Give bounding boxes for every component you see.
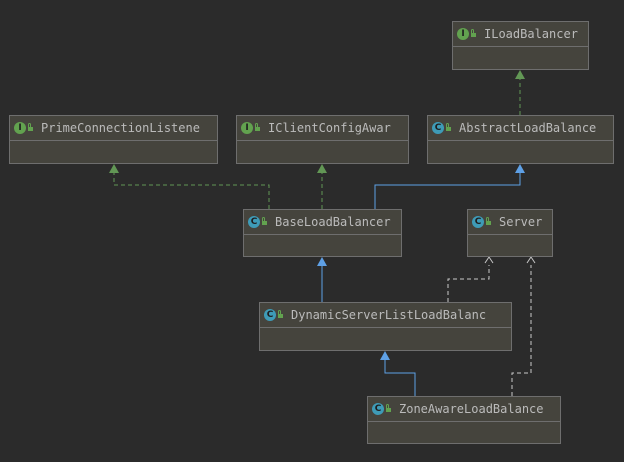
public-lock-icon: [255, 123, 260, 131]
node-server[interactable]: C Server: [467, 209, 553, 257]
public-lock-icon: [446, 123, 451, 131]
node-label: DynamicServerListLoadBalanc: [291, 308, 487, 322]
node-label: ILoadBalancer: [484, 27, 578, 41]
arrowhead: [380, 351, 390, 360]
arrowhead: [484, 256, 494, 264]
public-lock-icon: [386, 404, 391, 412]
edge-line: [384, 359, 416, 396]
arrowhead: [515, 164, 525, 173]
interface-icon: I: [457, 28, 469, 40]
arrowhead: [109, 164, 119, 173]
edge-line: [113, 172, 270, 209]
public-lock-icon: [471, 29, 476, 37]
edge-line: [511, 265, 532, 396]
node-dynamicserverlistloadbalancer[interactable]: C DynamicServerListLoadBalanc: [259, 302, 512, 351]
interface-icon: I: [14, 122, 26, 134]
arrowhead: [317, 257, 327, 266]
node-iloadbalancer[interactable]: I ILoadBalancer: [452, 21, 589, 70]
interface-icon: I: [241, 122, 253, 134]
public-lock-icon: [278, 310, 283, 318]
edge-extends: [380, 351, 416, 396]
node-label: Server: [499, 215, 543, 229]
arrowhead: [317, 164, 327, 173]
edge-line: [447, 265, 490, 302]
arrowhead: [526, 256, 536, 264]
class-icon: C: [264, 309, 276, 321]
public-lock-icon: [262, 217, 267, 225]
edge-line: [374, 172, 521, 209]
class-icon: C: [248, 216, 260, 228]
node-baseloadbalancer[interactable]: C BaseLoadBalancer: [243, 209, 402, 257]
edge-dependency: [511, 256, 536, 396]
edge-implements: [317, 164, 327, 209]
node-label: PrimeConnectionListene: [41, 121, 200, 135]
diagram-canvas: I ILoadBalancer I PrimeConnectionListene…: [0, 0, 624, 462]
edge-extends: [317, 257, 327, 302]
public-lock-icon: [486, 217, 491, 225]
public-lock-icon: [28, 123, 33, 131]
node-label: AbstractLoadBalance: [459, 121, 597, 135]
class-icon: C: [472, 216, 484, 228]
node-abstractloadbalancer[interactable]: C AbstractLoadBalance: [427, 115, 614, 164]
node-label: IClientConfigAwar: [268, 121, 391, 135]
arrowhead: [515, 70, 525, 79]
node-label: BaseLoadBalancer: [275, 215, 391, 229]
edge-implements: [109, 164, 270, 209]
edge-implements: [515, 70, 525, 115]
edge-dependency: [447, 256, 494, 302]
node-iclientconfigaware[interactable]: I IClientConfigAwar: [236, 115, 409, 164]
node-zoneawareloadbalancer[interactable]: C ZoneAwareLoadBalance: [367, 396, 561, 444]
class-icon: C: [432, 122, 444, 134]
class-icon: C: [372, 403, 384, 415]
node-label: ZoneAwareLoadBalance: [399, 402, 544, 416]
node-primeconnectionlistener[interactable]: I PrimeConnectionListene: [9, 115, 218, 164]
edge-extends: [374, 164, 525, 209]
